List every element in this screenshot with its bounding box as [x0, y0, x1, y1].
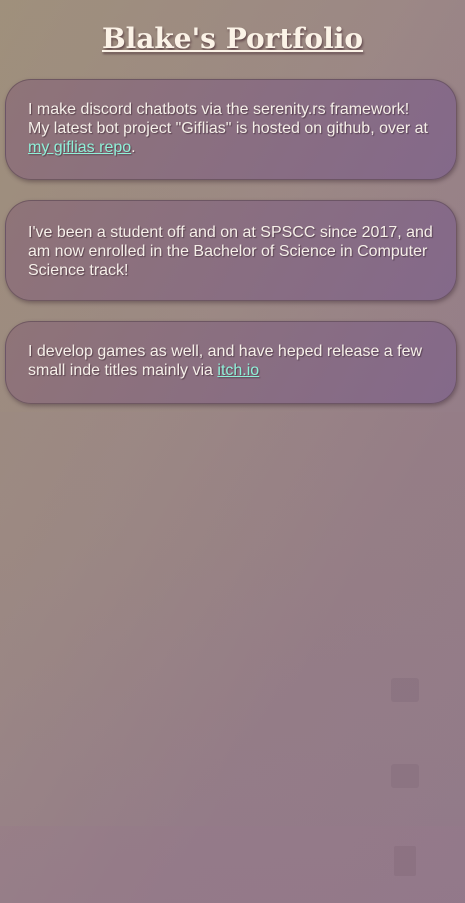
document-icon: [394, 846, 416, 876]
card-text: I've been a student off and on at SPSCC …: [28, 224, 433, 279]
folder-icon: [391, 678, 419, 702]
page-title: Blake's Portfolio: [101, 22, 364, 55]
card-text-end: .: [131, 139, 136, 156]
itch-io-link[interactable]: itch.io: [217, 362, 259, 379]
card-text: I make discord chatbots via the serenity…: [28, 101, 428, 137]
card-education: I've been a student off and on at SPSCC …: [5, 200, 457, 301]
card-games: I develop games as well, and have heped …: [5, 321, 457, 404]
card-discord-bots: I make discord chatbots via the serenity…: [5, 79, 457, 180]
giflias-repo-link[interactable]: my giflias repo: [28, 139, 131, 156]
folder-icon: [391, 764, 419, 788]
